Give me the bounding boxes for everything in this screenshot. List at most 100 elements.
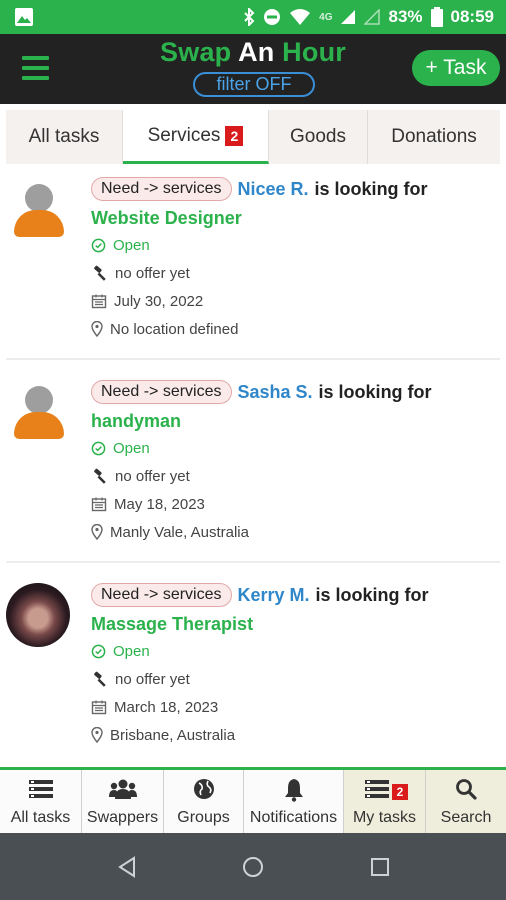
home-icon[interactable] bbox=[242, 856, 264, 878]
tab-label: Goods bbox=[290, 126, 346, 147]
status-text: Open bbox=[113, 642, 150, 660]
nav-label: Search bbox=[440, 809, 492, 826]
nav-my-tasks[interactable]: 2 My tasks bbox=[344, 770, 426, 833]
task-title[interactable]: Website Designer bbox=[91, 205, 500, 231]
network-type: 4G bbox=[319, 11, 333, 23]
globe-icon bbox=[193, 779, 214, 799]
location-text: No location defined bbox=[110, 320, 239, 338]
calendar-icon bbox=[91, 497, 107, 512]
title-part-swap: Swap bbox=[160, 37, 232, 67]
nav-notifications[interactable]: Notifications bbox=[244, 770, 344, 833]
default-avatar-icon bbox=[8, 182, 70, 244]
nav-label: All tasks bbox=[10, 809, 71, 826]
status-row: Open bbox=[91, 434, 500, 462]
category-pill: Need -> services bbox=[91, 583, 232, 607]
back-icon[interactable] bbox=[116, 856, 138, 878]
tab-all-tasks[interactable]: All tasks bbox=[6, 110, 123, 164]
filter-button[interactable]: filter OFF bbox=[193, 72, 315, 97]
status-row: Open bbox=[91, 231, 500, 259]
date-row: May 18, 2023 bbox=[91, 490, 500, 518]
map-pin-icon bbox=[91, 524, 103, 540]
user-name-link[interactable]: Sasha S. bbox=[238, 382, 313, 403]
nav-groups[interactable]: Groups bbox=[164, 770, 244, 833]
task-title[interactable]: Massage Therapist bbox=[91, 611, 500, 637]
date-row: July 30, 2022 bbox=[91, 287, 500, 315]
location-row: No location defined bbox=[91, 315, 500, 343]
status-text: Open bbox=[113, 439, 150, 457]
tab-label: Donations bbox=[391, 126, 477, 147]
date-text: May 18, 2023 bbox=[114, 495, 205, 513]
clock-icon bbox=[91, 644, 106, 658]
title-part-hour: Hour bbox=[282, 37, 346, 67]
user-avatar-photo bbox=[6, 583, 70, 647]
clock: 08:59 bbox=[450, 7, 494, 26]
clock-icon bbox=[91, 238, 106, 252]
nav-swappers[interactable]: Swappers bbox=[82, 770, 164, 833]
location-text: Manly Vale, Australia bbox=[110, 523, 249, 541]
gavel-icon bbox=[94, 468, 106, 484]
user-name-link[interactable]: Nicee R. bbox=[238, 179, 309, 200]
category-tabs: All tasks Services 2 Goods Donations bbox=[6, 110, 500, 164]
status-text: Open bbox=[113, 236, 150, 254]
users-icon bbox=[108, 779, 137, 799]
signal-icon bbox=[341, 10, 356, 24]
default-avatar-icon bbox=[8, 384, 70, 446]
looking-for-text: is looking for bbox=[318, 381, 432, 402]
tab-count-badge: 2 bbox=[225, 125, 244, 146]
status-row: Open bbox=[91, 637, 500, 665]
clock-icon bbox=[91, 441, 106, 455]
user-name-link[interactable]: Kerry M. bbox=[238, 585, 310, 606]
nav-label: Notifications bbox=[249, 809, 338, 826]
nav-label: Groups bbox=[177, 809, 230, 826]
tab-label: Services bbox=[147, 124, 221, 146]
offer-row: no offer yet bbox=[91, 259, 500, 287]
tab-services[interactable]: Services 2 bbox=[123, 110, 269, 164]
tab-donations[interactable]: Donations bbox=[368, 110, 500, 164]
looking-for-text: is looking for bbox=[314, 178, 428, 199]
search-icon bbox=[456, 779, 477, 800]
wifi-icon bbox=[290, 9, 311, 25]
location-text: Brisbane, Australia bbox=[110, 726, 236, 744]
tab-label: All tasks bbox=[28, 126, 100, 147]
system-navigation-bar bbox=[0, 833, 506, 900]
task-title[interactable]: handyman bbox=[91, 408, 500, 434]
nav-search[interactable]: Search bbox=[426, 770, 506, 833]
add-task-button[interactable]: + Task bbox=[412, 50, 500, 86]
nav-label: My tasks bbox=[352, 809, 417, 826]
do-not-disturb-icon bbox=[264, 9, 281, 25]
calendar-icon bbox=[91, 294, 107, 309]
offer-text: no offer yet bbox=[115, 467, 190, 485]
recents-icon[interactable] bbox=[370, 857, 390, 877]
list-icon bbox=[28, 780, 53, 798]
task-card[interactable]: Need -> services Kerry M. is looking for… bbox=[6, 563, 500, 767]
task-card[interactable]: Need -> services Nicee R. is looking for… bbox=[6, 166, 500, 360]
looking-for-text: is looking for bbox=[315, 584, 429, 605]
location-row: Brisbane, Australia bbox=[91, 721, 500, 749]
battery-icon bbox=[430, 7, 443, 27]
date-row: March 18, 2023 bbox=[91, 693, 500, 721]
signal-secondary-icon bbox=[364, 9, 381, 25]
my-tasks-badge: 2 bbox=[392, 784, 408, 800]
offer-row: no offer yet bbox=[91, 462, 500, 490]
gavel-icon bbox=[94, 265, 106, 281]
status-bar: 4G 83% 08:59 bbox=[0, 0, 506, 34]
title-part-an: An bbox=[238, 37, 275, 67]
date-text: July 30, 2022 bbox=[114, 292, 204, 310]
map-pin-icon bbox=[91, 321, 103, 337]
image-notification-icon bbox=[15, 8, 33, 26]
battery-percent: 83% bbox=[388, 7, 423, 26]
bell-icon bbox=[284, 779, 303, 802]
calendar-icon bbox=[91, 700, 107, 715]
date-text: March 18, 2023 bbox=[114, 698, 219, 716]
gavel-icon bbox=[94, 671, 106, 687]
category-pill: Need -> services bbox=[91, 177, 232, 201]
bottom-navigation: All tasks Swappers Groups Notifications … bbox=[0, 767, 506, 833]
list-icon bbox=[364, 780, 389, 798]
nav-all-tasks[interactable]: All tasks bbox=[0, 770, 82, 833]
location-row: Manly Vale, Australia bbox=[91, 518, 500, 546]
offer-text: no offer yet bbox=[115, 264, 190, 282]
nav-label: Swappers bbox=[86, 809, 159, 826]
task-card[interactable]: Need -> services Sasha S. is looking for… bbox=[6, 360, 500, 563]
tab-goods[interactable]: Goods bbox=[269, 110, 368, 164]
offer-text: no offer yet bbox=[115, 670, 190, 688]
